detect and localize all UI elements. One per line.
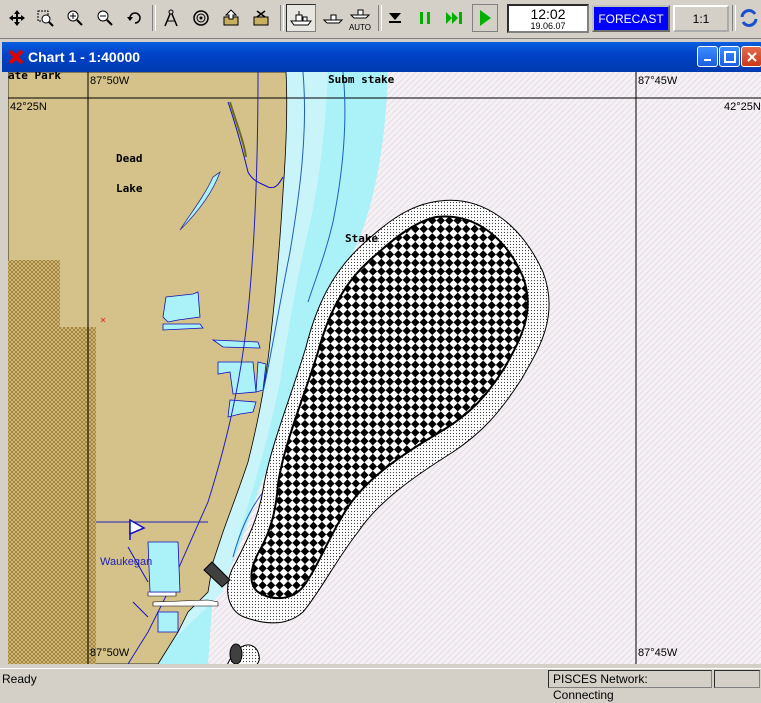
coord-bottom-right-lon: 87°45W: [638, 647, 678, 659]
close-icon: [746, 51, 757, 62]
refresh-icon[interactable]: [738, 4, 760, 32]
move-arrows-icon[interactable]: [4, 4, 30, 32]
toolbar: AUTO 12:02 19.06.07 FORECAST 1:1: [0, 0, 761, 39]
maximize-icon: [723, 50, 736, 63]
zoom-in-icon[interactable]: [62, 4, 88, 32]
compass-icon[interactable]: [158, 4, 184, 32]
zoom-window-icon[interactable]: [32, 4, 58, 32]
status-empty-panel: [714, 670, 760, 688]
chart-window: Chart 1 - 1:40000 87°50W 87°45W 87°50W 8…: [0, 42, 761, 667]
play-icon[interactable]: [472, 4, 498, 32]
fast-forward-icon[interactable]: [442, 4, 468, 32]
target-icon[interactable]: [188, 4, 214, 32]
auto-ship-icon[interactable]: AUTO: [346, 4, 374, 32]
coord-bottom-left-lon: 87°50W: [90, 647, 130, 659]
label-waukegan: Waukegan: [100, 556, 153, 568]
upload-icon[interactable]: [218, 4, 244, 32]
forecast-button[interactable]: FORECAST: [592, 5, 670, 32]
clock-display: 12:02 19.06.07: [507, 4, 589, 33]
coord-left-lat: 42°25N: [10, 101, 47, 113]
app-icon: [8, 49, 24, 70]
ship-small-icon[interactable]: [318, 4, 348, 32]
coord-top-right-lon: 87°45W: [638, 75, 678, 87]
pause-icon[interactable]: [412, 4, 438, 32]
status-bar: Ready PISCES Network: Connecting: [0, 668, 761, 702]
zoom-out-icon[interactable]: [92, 4, 118, 32]
label-lake: Lake: [116, 182, 143, 195]
close-button[interactable]: [741, 46, 761, 67]
label-dead: Dead: [116, 152, 143, 165]
undo-icon[interactable]: [122, 4, 148, 32]
label-subm-stake: Subm stake: [328, 73, 395, 86]
window-titlebar[interactable]: Chart 1 - 1:40000: [2, 42, 761, 72]
label-park: ate Park: [8, 72, 61, 82]
scale-button[interactable]: 1:1: [673, 5, 729, 32]
coord-top-left-lon: 87°50W: [90, 75, 130, 87]
auto-label: AUTO: [348, 23, 372, 32]
minimize-button[interactable]: [697, 46, 718, 67]
label-stake: Stake: [345, 232, 379, 245]
clock-date: 19.06.07: [530, 21, 566, 31]
coord-right-lat: 42°25N: [724, 101, 761, 113]
ship-icon[interactable]: [286, 4, 316, 32]
minimize-icon: [703, 58, 711, 61]
window-title: Chart 1 - 1:40000: [28, 49, 141, 65]
stop-icon[interactable]: [382, 4, 408, 32]
status-ready: Ready: [2, 672, 37, 686]
clock-time: 12:02: [530, 6, 566, 22]
maximize-button[interactable]: [719, 46, 740, 67]
cargo-icon[interactable]: [248, 4, 274, 32]
chart-map[interactable]: 87°50W 87°45W 87°50W 87°45W 42°25N 42°25…: [8, 72, 761, 664]
status-network: PISCES Network: Connecting: [548, 670, 712, 702]
